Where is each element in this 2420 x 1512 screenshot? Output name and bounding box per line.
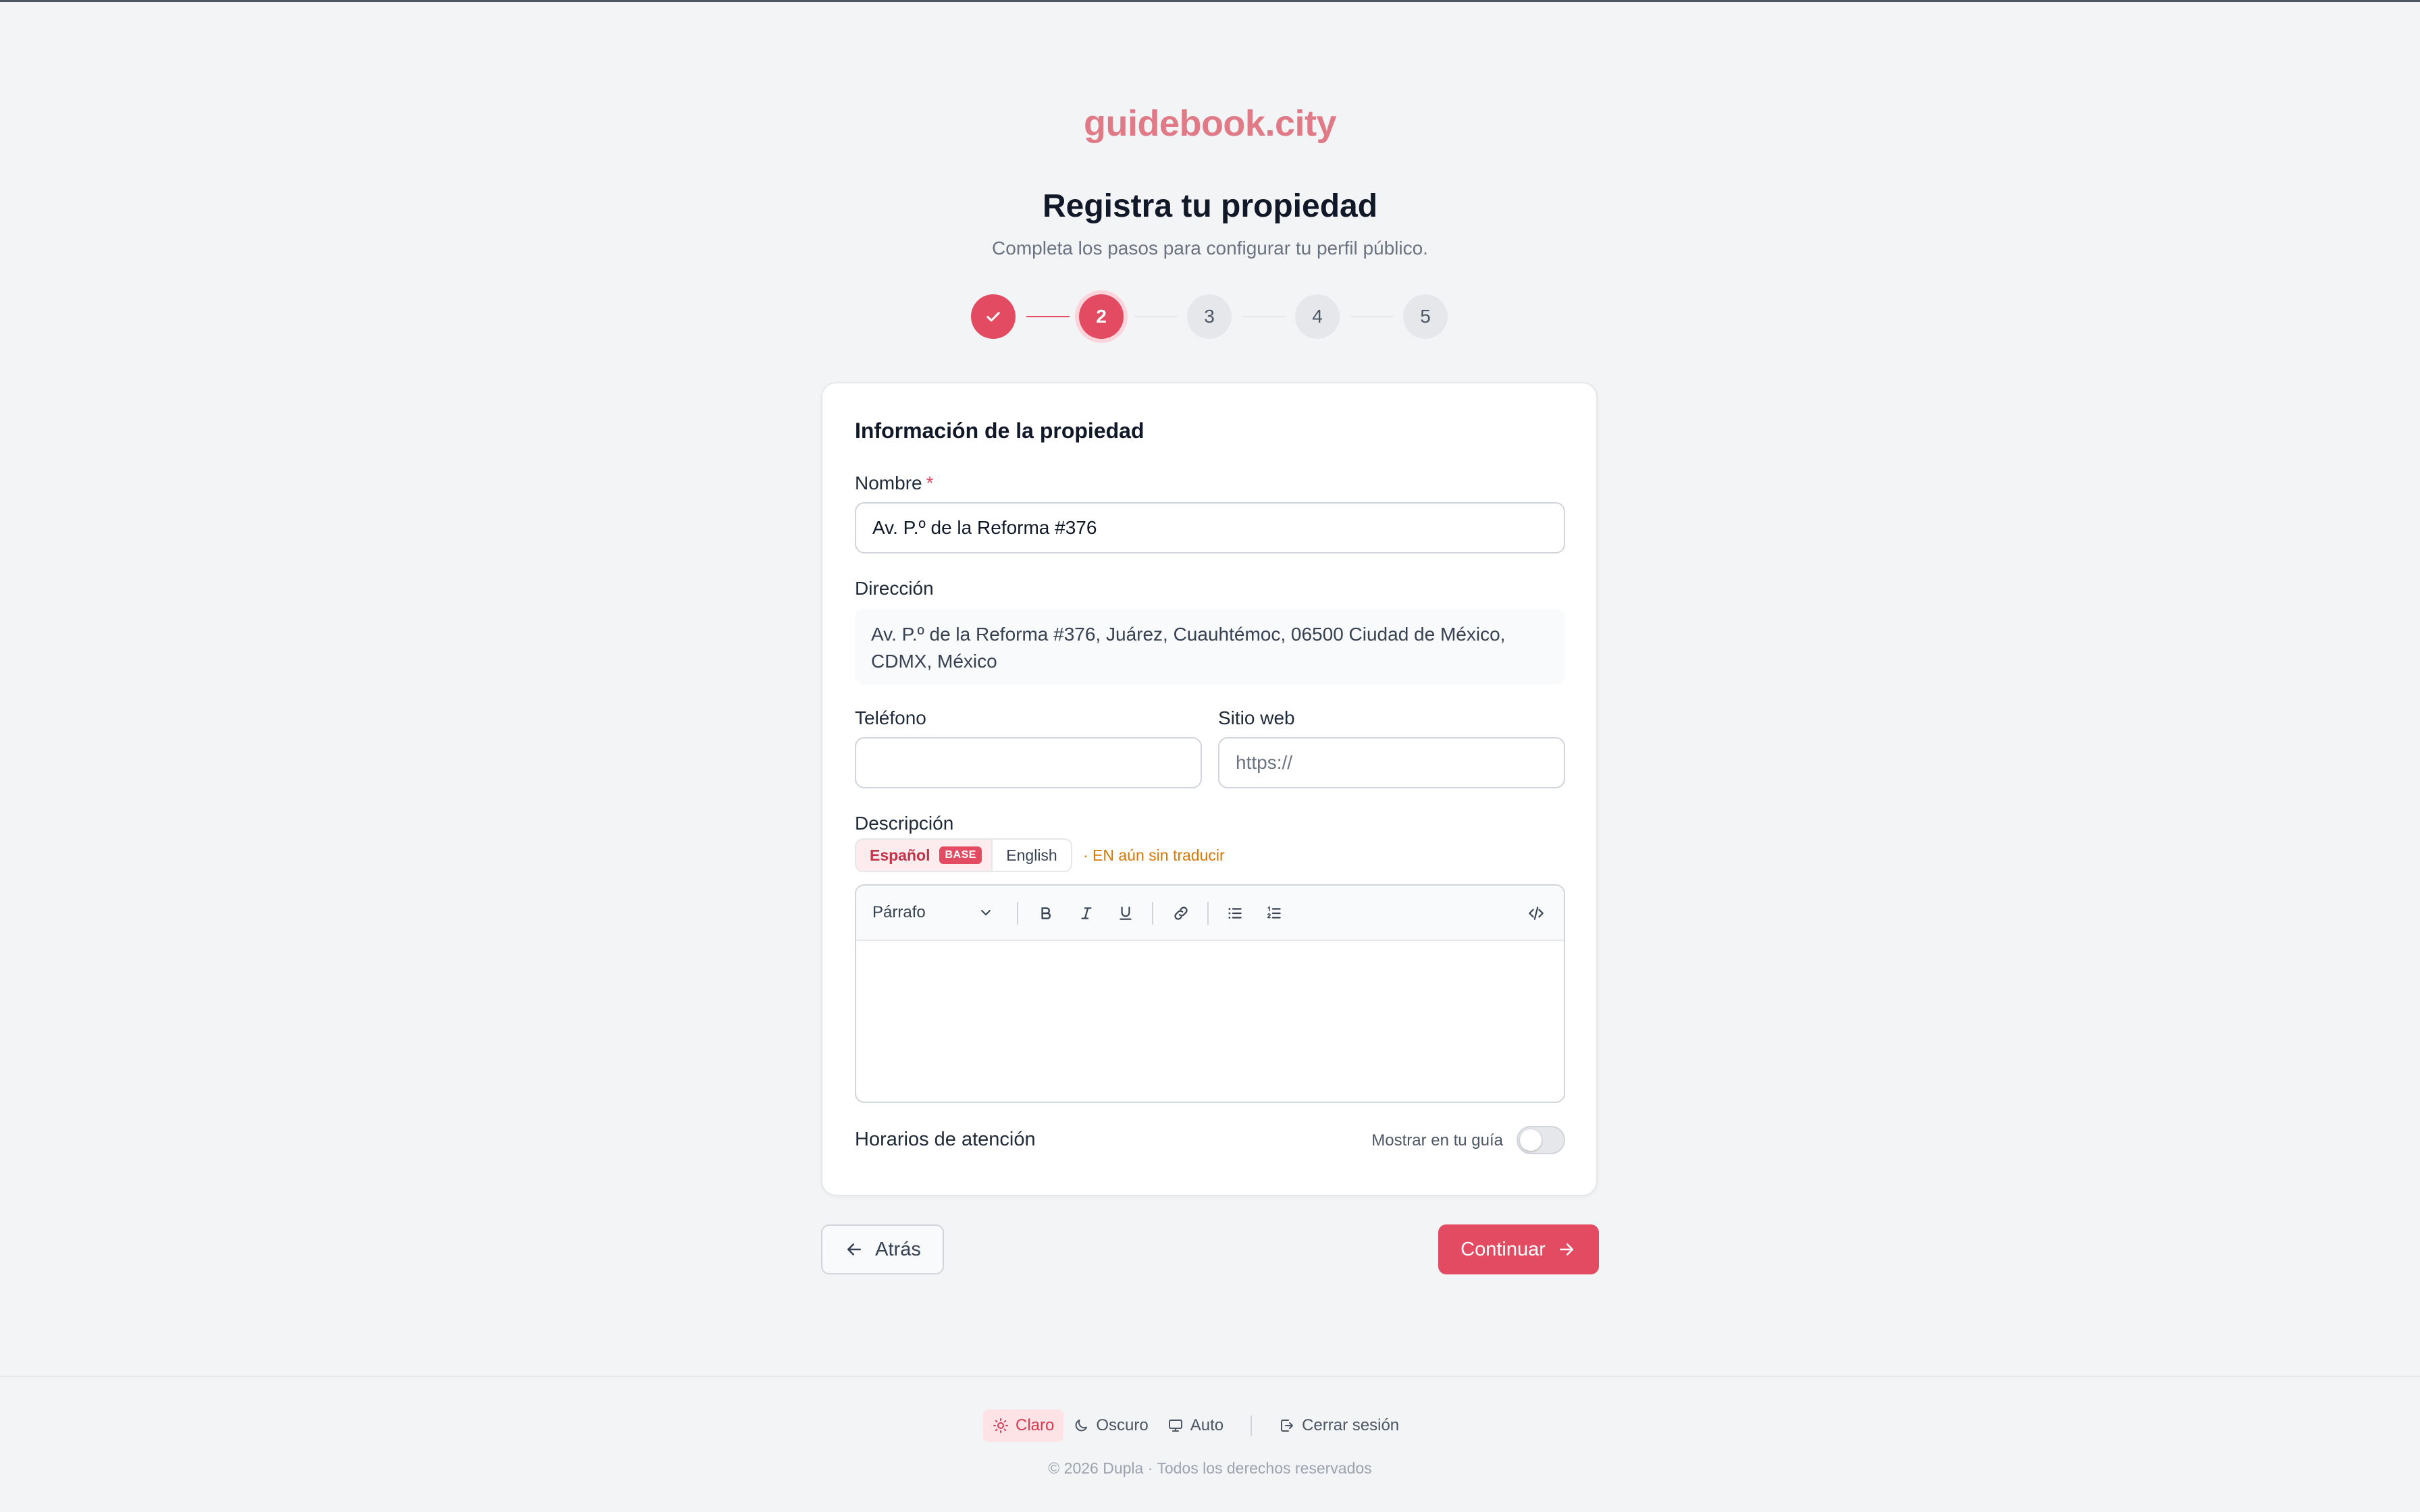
bold-icon[interactable] xyxy=(1030,898,1061,929)
link-icon[interactable] xyxy=(1165,898,1196,929)
footer-separator xyxy=(1251,1415,1253,1436)
italic-icon[interactable] xyxy=(1071,898,1102,929)
website-input[interactable]: https:// xyxy=(1218,737,1565,788)
underline-icon[interactable] xyxy=(1110,898,1141,929)
copyright-text: © 2026 Dupla · Todos los derechos reserv… xyxy=(1048,1459,1372,1477)
phone-label: Teléfono xyxy=(855,707,926,728)
arrow-right-icon xyxy=(1559,1243,1573,1256)
section-title: Información de la propiedad xyxy=(855,418,1145,443)
lang-tab-english[interactable]: English xyxy=(993,840,1071,871)
language-switcher: Español BASE English xyxy=(855,838,1072,872)
continue-button[interactable]: Continuar xyxy=(1438,1224,1599,1274)
continue-button-label: Continuar xyxy=(1461,1238,1546,1260)
editor-toolbar: Párrafo xyxy=(856,886,1564,941)
monitor-icon xyxy=(1168,1420,1182,1432)
step-connector xyxy=(1350,316,1394,317)
logout-label: Cerrar sesión xyxy=(1302,1416,1400,1434)
page-subtitle: Completa los pasos para configurar tu pe… xyxy=(992,238,1428,259)
theme-switcher: Claro Oscuro Auto Cerrar sesión xyxy=(983,1409,1409,1442)
theme-dark-button[interactable]: Oscuro xyxy=(1063,1409,1157,1442)
name-label-text: Nombre xyxy=(855,473,922,493)
step-2-current: 2 xyxy=(1079,294,1124,339)
address-label: Dirección xyxy=(855,578,934,599)
footer-divider xyxy=(0,1376,2420,1377)
lang-tab-spanish[interactable]: Español BASE xyxy=(856,840,993,871)
window-top-border xyxy=(0,0,2420,2)
toolbar-divider xyxy=(1017,902,1018,925)
back-button-label: Atrás xyxy=(875,1238,921,1260)
bullet-list-icon[interactable] xyxy=(1219,898,1251,929)
back-button[interactable]: Atrás xyxy=(821,1224,944,1274)
code-icon[interactable] xyxy=(1521,898,1552,929)
check-icon xyxy=(987,312,1000,322)
description-label: Descripción xyxy=(855,813,954,834)
theme-auto-button[interactable]: Auto xyxy=(1158,1409,1233,1442)
editor-content-area[interactable] xyxy=(856,941,1564,1102)
theme-dark-label: Oscuro xyxy=(1096,1416,1149,1434)
brand-logo[interactable]: guidebook.city xyxy=(0,103,2420,144)
name-label: Nombre * xyxy=(855,473,934,494)
rich-text-editor: Párrafo xyxy=(855,884,1565,1103)
toolbar-divider xyxy=(1152,902,1153,925)
arrow-left-icon xyxy=(847,1243,862,1256)
website-label: Sitio web xyxy=(1218,707,1295,728)
address-value: Av. P.º de la Reforma #376, Juárez, Cuau… xyxy=(855,609,1565,684)
translation-status: · EN aún sin traducir xyxy=(1083,846,1225,864)
show-in-guide-toggle[interactable] xyxy=(1517,1126,1565,1154)
show-in-guide-label: Mostrar en tu guía xyxy=(1371,1131,1503,1150)
toggle-knob xyxy=(1520,1129,1542,1151)
block-type-select[interactable]: Párrafo xyxy=(872,903,926,922)
numbered-list-icon[interactable] xyxy=(1259,898,1290,929)
step-3: 3 xyxy=(1187,294,1232,339)
opening-hours-label: Horarios de atención xyxy=(855,1129,1036,1150)
lang-spanish-label: Español xyxy=(870,846,930,864)
step-connector xyxy=(1134,316,1178,317)
theme-auto-label: Auto xyxy=(1190,1416,1224,1434)
logout-button[interactable]: Cerrar sesión xyxy=(1269,1409,1409,1442)
step-1-complete xyxy=(971,294,1016,339)
theme-light-button[interactable]: Claro xyxy=(983,1409,1064,1442)
step-connector xyxy=(1026,316,1070,317)
base-badge: BASE xyxy=(939,846,982,864)
step-4: 4 xyxy=(1295,294,1340,339)
chevron-down-icon[interactable] xyxy=(978,905,994,921)
theme-light-label: Claro xyxy=(1016,1416,1055,1434)
sun-icon xyxy=(993,1418,1008,1433)
property-info-card: Información de la propiedad Nombre * Av. … xyxy=(821,382,1598,1196)
step-5: 5 xyxy=(1403,294,1448,339)
moon-icon xyxy=(1076,1420,1088,1432)
phone-input[interactable] xyxy=(855,737,1202,788)
toolbar-divider xyxy=(1207,902,1209,925)
step-connector xyxy=(1242,316,1286,317)
page-title: Registra tu propiedad xyxy=(1042,188,1378,224)
required-marker: * xyxy=(926,473,934,493)
logout-icon xyxy=(1281,1420,1294,1432)
name-input[interactable]: Av. P.º de la Reforma #376 xyxy=(855,502,1565,554)
